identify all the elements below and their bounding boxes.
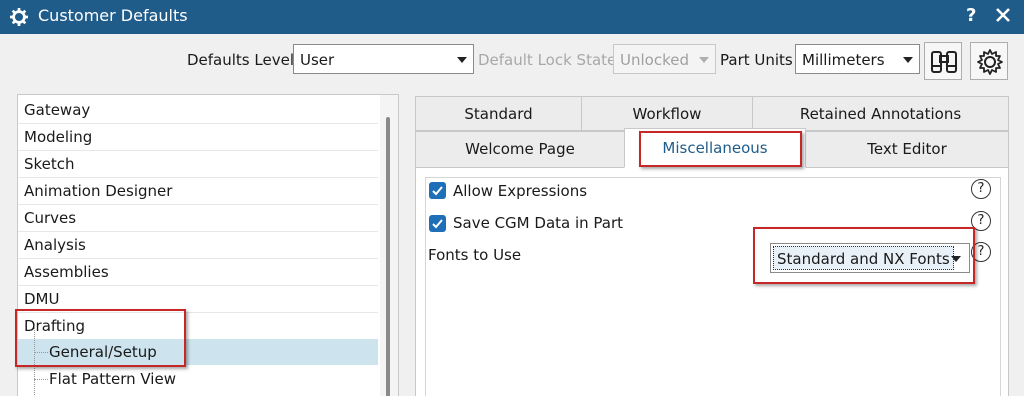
default-lock-state-value: Unlocked — [620, 51, 689, 69]
tree-item-label: Curves — [24, 209, 77, 227]
highlight-box — [639, 131, 802, 167]
highlight-box — [15, 309, 186, 367]
settings-gear-icon — [977, 49, 1003, 75]
tree-item-label: Sketch — [24, 155, 75, 173]
highlight-box — [753, 227, 975, 284]
save-cgm-label: Save CGM Data in Part — [453, 214, 624, 232]
tab-label: Workflow — [632, 105, 702, 123]
gear-icon — [10, 8, 28, 26]
default-lock-state-select: Unlocked — [613, 44, 716, 74]
defaults-level-label: Defaults Level — [187, 51, 294, 69]
scrollbar-thumb[interactable] — [386, 117, 390, 396]
tree-scrollbar[interactable] — [380, 95, 398, 396]
tree-item-analysis[interactable]: Analysis — [18, 232, 378, 258]
tree-item-label: Animation Designer — [24, 182, 173, 200]
window-title: Customer Defaults — [38, 6, 188, 25]
close-icon[interactable] — [993, 5, 1013, 25]
tab-workflow[interactable]: Workflow — [581, 96, 753, 131]
tree-item-label: Flat Pattern View — [49, 370, 176, 388]
checkmark-icon — [432, 219, 443, 229]
tab-welcome-page[interactable]: Welcome Page — [415, 131, 625, 168]
defaults-level-value: User — [300, 51, 335, 69]
defaults-level-select[interactable]: User — [293, 44, 474, 74]
part-units-value: Millimeters — [802, 51, 885, 69]
tree-item-label: DMU — [24, 290, 60, 308]
tree-item-animation-designer[interactable]: Animation Designer — [18, 178, 378, 204]
default-lock-state-label: Default Lock State — [478, 51, 617, 69]
tree-item-label: Assemblies — [24, 263, 109, 281]
chevron-down-icon — [903, 57, 913, 63]
tree-item-label: Analysis — [24, 236, 86, 254]
part-units-select[interactable]: Millimeters — [795, 44, 920, 74]
settings-group — [425, 177, 1001, 396]
save-cgm-checkbox[interactable] — [429, 215, 446, 232]
tab-standard[interactable]: Standard — [415, 96, 582, 131]
chevron-down-icon — [457, 57, 467, 63]
fonts-to-use-label: Fonts to Use — [428, 246, 522, 264]
tree-item-assemblies[interactable]: Assemblies — [18, 259, 378, 285]
tree-item-curves[interactable]: Curves — [18, 205, 378, 231]
checkmark-icon — [432, 186, 443, 196]
allow-expressions-checkbox[interactable] — [429, 182, 446, 199]
tree-item-gateway[interactable]: Gateway — [18, 97, 378, 123]
title-bar: Customer Defaults ? — [0, 0, 1024, 34]
allow-expressions-label: Allow Expressions — [453, 182, 588, 200]
tab-label: Welcome Page — [465, 140, 575, 158]
tab-text-editor[interactable]: Text Editor — [805, 131, 1009, 168]
tree-connector — [34, 379, 48, 380]
tree-item-label: Gateway — [24, 101, 91, 119]
tab-label: Standard — [464, 105, 533, 123]
tree-item-sketch[interactable]: Sketch — [18, 151, 378, 177]
help-button[interactable]: ? — [966, 5, 976, 26]
part-units-label: Part Units — [720, 51, 793, 69]
tree-item-modeling[interactable]: Modeling — [18, 124, 378, 150]
chevron-down-icon — [699, 57, 709, 63]
tree-item-label: Modeling — [24, 128, 93, 146]
settings-button[interactable] — [970, 42, 1008, 80]
help-icon[interactable]: ? — [971, 179, 991, 199]
tree-item-flat-pattern-view[interactable]: Flat Pattern View — [18, 366, 378, 392]
tab-label: Text Editor — [867, 140, 947, 158]
tab-label: Retained Annotations — [799, 105, 962, 123]
find-button[interactable] — [924, 42, 962, 80]
tab-retained-annotations[interactable]: Retained Annotations — [752, 96, 1009, 131]
binoculars-icon — [931, 51, 957, 73]
